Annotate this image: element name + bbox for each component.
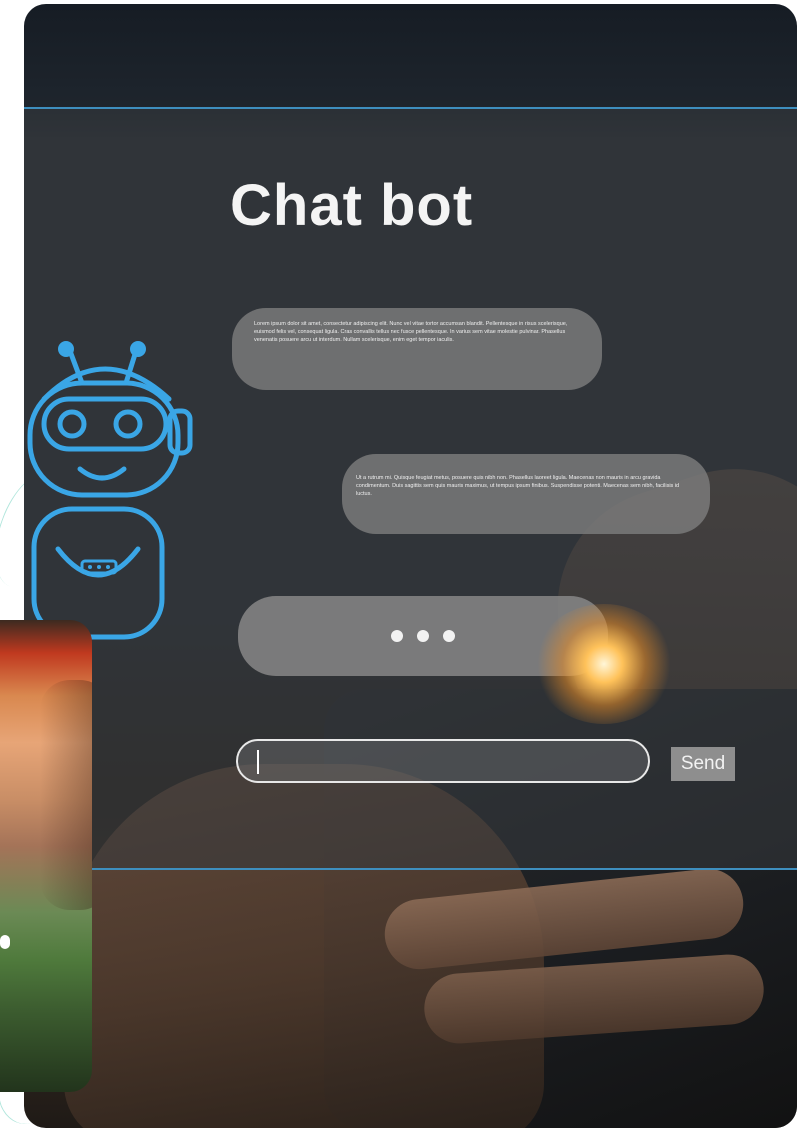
message-input[interactable]	[236, 739, 650, 783]
user-message-bubble: Ut a rutrum mi. Quisque feugiat metus, p…	[342, 454, 710, 534]
send-button[interactable]: Send	[671, 747, 735, 781]
typing-dot	[443, 630, 455, 642]
inset-photo-card	[0, 620, 92, 1092]
inset-photo-highlight	[0, 935, 10, 949]
panel-top-border	[24, 107, 797, 109]
inset-photo-shadow	[40, 680, 92, 910]
bot-message-bubble: Lorem ipsum dolor sit amet, consectetur …	[232, 308, 602, 390]
robot-icon	[27, 341, 193, 640]
typing-dot	[391, 630, 403, 642]
page-title: Chat bot	[230, 173, 474, 238]
finger-glow	[534, 604, 674, 724]
hero-image: Chat bot Lorem ipsum dolor sit amet, con…	[24, 4, 797, 1128]
text-cursor	[257, 750, 259, 774]
panel-bottom-border	[24, 868, 797, 870]
typing-dot	[417, 630, 429, 642]
